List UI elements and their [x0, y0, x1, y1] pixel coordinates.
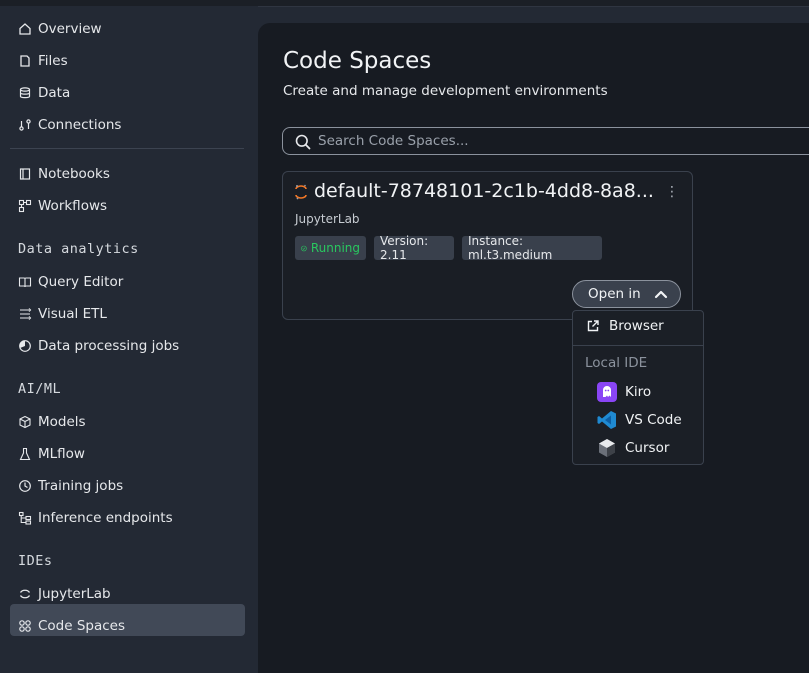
menu-item-cursor[interactable]: Cursor — [597, 438, 669, 458]
external-link-icon — [587, 320, 599, 332]
chevron-up-icon — [654, 290, 668, 299]
sidebar-item-label: Connections — [38, 117, 122, 133]
sidebar-item-label: Overview — [38, 21, 102, 37]
sidebar-item-label: Workflows — [38, 198, 108, 214]
sidebar-item-models[interactable]: Models — [18, 410, 86, 434]
status-badge: Running — [295, 236, 366, 260]
connections-icon — [18, 118, 32, 132]
vscode-icon — [597, 410, 617, 430]
menu-item-label: Kiro — [625, 384, 652, 400]
sidebar-item-label: Data — [38, 85, 71, 101]
clock-icon — [18, 479, 32, 493]
open-in-button[interactable]: Open in — [572, 280, 681, 308]
sidebar-item-label: Inference endpoints — [38, 510, 173, 526]
etl-icon — [18, 307, 32, 321]
sidebar-item-notebooks[interactable]: Notebooks — [18, 162, 110, 186]
flask-icon — [18, 447, 32, 461]
sidebar-item-label: MLflow — [38, 446, 85, 462]
pie-icon — [18, 339, 32, 353]
tree-icon — [18, 511, 32, 525]
sidebar-item-label: Code Spaces — [38, 618, 126, 634]
instance-badge: Instance: ml.t3.medium — [462, 234, 602, 262]
page-title: Code Spaces — [283, 48, 432, 74]
sidebar-item-label: Training jobs — [38, 478, 124, 494]
menu-item-label: VS Code — [625, 412, 682, 428]
menu-item-label: Cursor — [625, 440, 670, 456]
book-icon — [18, 275, 32, 289]
sidebar-item-label: Query Editor — [38, 274, 124, 290]
menu-item-kiro[interactable]: Kiro — [597, 382, 651, 402]
sidebar-item-data-processing-jobs[interactable]: Data processing jobs — [18, 334, 179, 358]
sidebar-item-label: Files — [38, 53, 68, 69]
sidebar-item-data[interactable]: Data — [18, 81, 70, 105]
open-in-label: Open in — [588, 286, 641, 302]
sidebar-item-label: Data processing jobs — [38, 338, 180, 354]
check-circle-icon — [301, 245, 307, 251]
jupyter-icon — [18, 587, 32, 601]
sidebar-item-label: Notebooks — [38, 166, 110, 182]
sidebar-item-overview[interactable]: Overview — [18, 17, 102, 41]
kiro-icon — [597, 382, 617, 402]
menu-item-browser[interactable]: Browser — [586, 318, 664, 334]
code-space-type: JupyterLab — [295, 212, 360, 226]
grid-icon — [18, 619, 32, 633]
cube-icon — [18, 415, 32, 429]
sidebar-divider — [10, 148, 244, 149]
home-icon — [18, 22, 32, 36]
search-input[interactable]: Search Code Spaces... — [282, 127, 809, 155]
page-subtitle: Create and manage development environmen… — [283, 83, 608, 99]
sidebar-item-label: JupyterLab — [38, 586, 111, 602]
more-options-icon[interactable]: ⋮ — [665, 184, 679, 200]
sidebar-item-query-editor[interactable]: Query Editor — [18, 270, 123, 294]
sidebar-item-mlflow[interactable]: MLflow — [18, 442, 85, 466]
sidebar-item-workflows[interactable]: Workflows — [18, 194, 107, 218]
section-title-data-analytics: Data analytics — [18, 241, 139, 257]
sidebar-item-inference-endpoints[interactable]: Inference endpoints — [18, 506, 173, 530]
database-icon — [18, 86, 32, 100]
menu-item-label: Browser — [609, 318, 664, 334]
code-space-title[interactable]: default-78748101-2c1b-4dd8-8a8... — [314, 180, 654, 202]
section-title-ides: IDEs — [18, 553, 53, 569]
sidebar-item-jupyterlab[interactable]: JupyterLab — [18, 582, 111, 606]
search-icon — [295, 134, 311, 150]
jupyter-logo-icon — [295, 184, 307, 200]
cursor-icon — [597, 438, 617, 458]
version-badge: Version: 2.11 — [374, 234, 454, 262]
sidebar-item-code-spaces[interactable]: Code Spaces — [18, 614, 125, 638]
section-title-ai-ml: AI/ML — [18, 381, 62, 397]
notebook-icon — [18, 167, 32, 181]
sidebar-item-label: Visual ETL — [38, 306, 107, 322]
sidebar-item-visual-etl[interactable]: Visual ETL — [18, 302, 107, 326]
sidebar-item-training-jobs[interactable]: Training jobs — [18, 474, 123, 498]
status-text: Running — [310, 241, 360, 255]
sidebar-item-label: Models — [38, 414, 86, 430]
file-icon — [18, 54, 32, 68]
sidebar-item-connections[interactable]: Connections — [18, 113, 121, 137]
search-placeholder: Search Code Spaces... — [318, 133, 469, 149]
dropdown-group-label: Local IDE — [585, 355, 648, 371]
main-panel — [258, 23, 809, 673]
workflow-icon — [18, 199, 32, 213]
dropdown-divider — [573, 345, 703, 346]
sidebar-item-files[interactable]: Files — [18, 49, 68, 73]
menu-item-vscode[interactable]: VS Code — [597, 410, 682, 430]
